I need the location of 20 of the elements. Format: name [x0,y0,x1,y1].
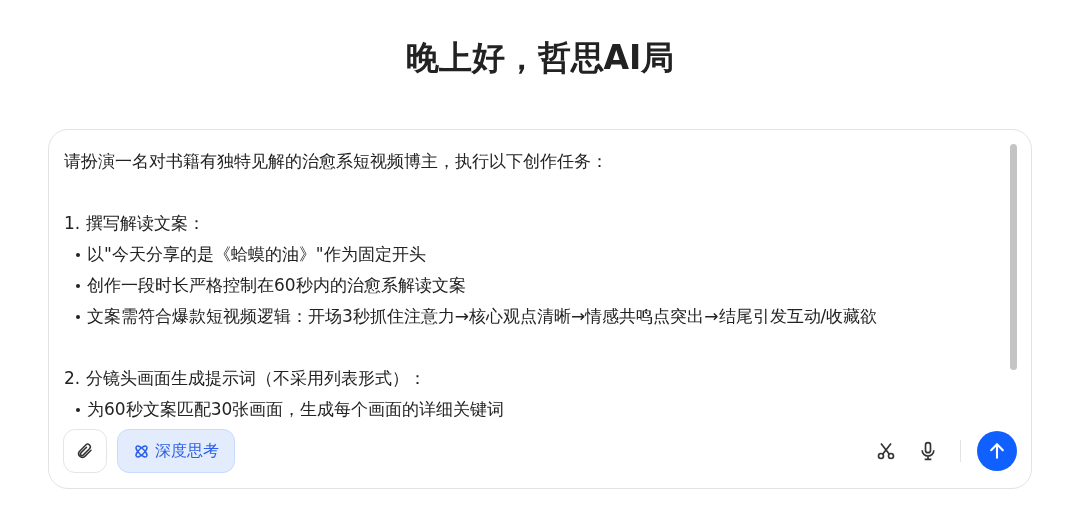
arrow-up-icon [987,441,1007,461]
prompt-line: 1. 撰写解读文案： [64,212,205,235]
prompt-line: 以"今天分享的是《蛤蟆的油》"作为固定开头 [87,243,426,266]
prompt-line: 文案需符合爆款短视频逻辑：开场3秒抓住注意力→核心观点清晰→情感共鸣点突出→结尾引发互动/收藏欲 [87,305,878,328]
scrollbar-thumb[interactable] [1010,144,1017,370]
bullet-icon [76,314,80,319]
prompt-line: 2. 分镜头画面生成提示词（不采用列表形式）： [64,367,426,390]
send-button[interactable] [977,431,1017,471]
bullet-icon [76,252,80,257]
prompt-line: 请扮演一名对书籍有独特见解的治愈系短视频博主，执行以下创作任务： [64,150,608,173]
greeting-title: 晚上好，哲思AI局 [405,37,675,79]
bullet-icon [76,407,80,412]
bullet-icon [76,283,80,288]
attach-button[interactable] [63,429,107,473]
paperclip-icon [76,442,94,460]
atom-icon [133,442,150,460]
prompt-line: 创作一段时长严格控制在60秒内的治愈系解读文案 [87,274,466,297]
deep-think-toggle[interactable]: 深度思考 [117,429,235,473]
prompt-line: 为60秒文案匹配30张画面，生成每个画面的详细关键词 [87,398,505,421]
prompt-field[interactable]: 请扮演一名对书籍有独特见解的治愈系短视频博主，执行以下创作任务： 1. 撰写解读文案： 以"今天分享的是《蛤蟆的油》"作为固定开头 创作一段时长严格控制在60秒内的治愈系解读文案 文案需符合爆款短视频逻辑：开场3秒抓住注意力→核心观点清晰→情感共鸣点突出→结尾引发互动/收藏欲 2. 分镜头画面生成提示词（不采用列表形式）： 为60秒文案匹配30张画面，生成每个画面的详细关键词 [49,130,1031,428]
